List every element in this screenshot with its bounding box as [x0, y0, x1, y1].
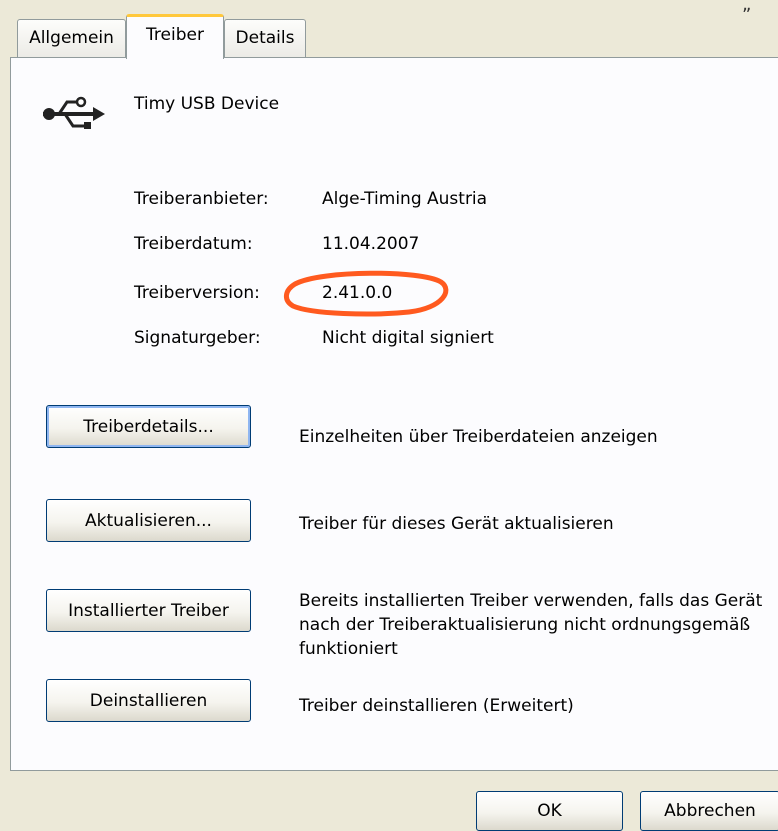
tab-details[interactable]: Details: [224, 19, 306, 57]
property-value: Nicht digital signiert: [322, 328, 494, 348]
property-label: Treiberversion:: [134, 283, 260, 303]
property-label: Treiberanbieter:: [134, 189, 269, 209]
highlight-ellipse: [284, 270, 449, 317]
property-value: Alge-Timing Austria: [322, 189, 488, 209]
property-label: Treiberdatum:: [134, 234, 253, 254]
device-name: Timy USB Device: [134, 94, 280, 114]
driver-tab-panel: Timy USB Device Treiberanbieter: Alge-Ti…: [10, 57, 778, 771]
driver-details-button[interactable]: Treiberdetails...: [46, 405, 251, 448]
tab-label: Details: [235, 28, 295, 48]
property-label: Signaturgeber:: [134, 328, 261, 348]
tab-strip: Allgemein Treiber Details: [0, 0, 778, 60]
tab-label: Allgemein: [29, 28, 114, 48]
cancel-button[interactable]: Abbrechen: [640, 791, 778, 831]
update-driver-description: Treiber für dieses Gerät aktualisieren: [299, 514, 614, 534]
usb-icon: [43, 96, 105, 129]
driver-details-description: Einzelheiten über Treiberdateien anzeige…: [299, 427, 658, 447]
ok-button[interactable]: OK: [476, 791, 623, 831]
tab-label: Treiber: [146, 25, 204, 45]
installed-driver-description: Bereits installierten Treiber verwenden,…: [299, 591, 763, 659]
update-driver-button[interactable]: Aktualisieren...: [46, 499, 251, 542]
uninstall-button[interactable]: Deinstallieren: [46, 679, 251, 722]
installed-driver-button[interactable]: Installierter Treiber: [46, 589, 251, 632]
uninstall-description: Treiber deinstallieren (Erweitert): [299, 696, 574, 716]
property-value: 11.04.2007: [322, 234, 420, 254]
tab-treiber[interactable]: Treiber: [126, 14, 224, 59]
tab-allgemein[interactable]: Allgemein: [17, 19, 126, 57]
